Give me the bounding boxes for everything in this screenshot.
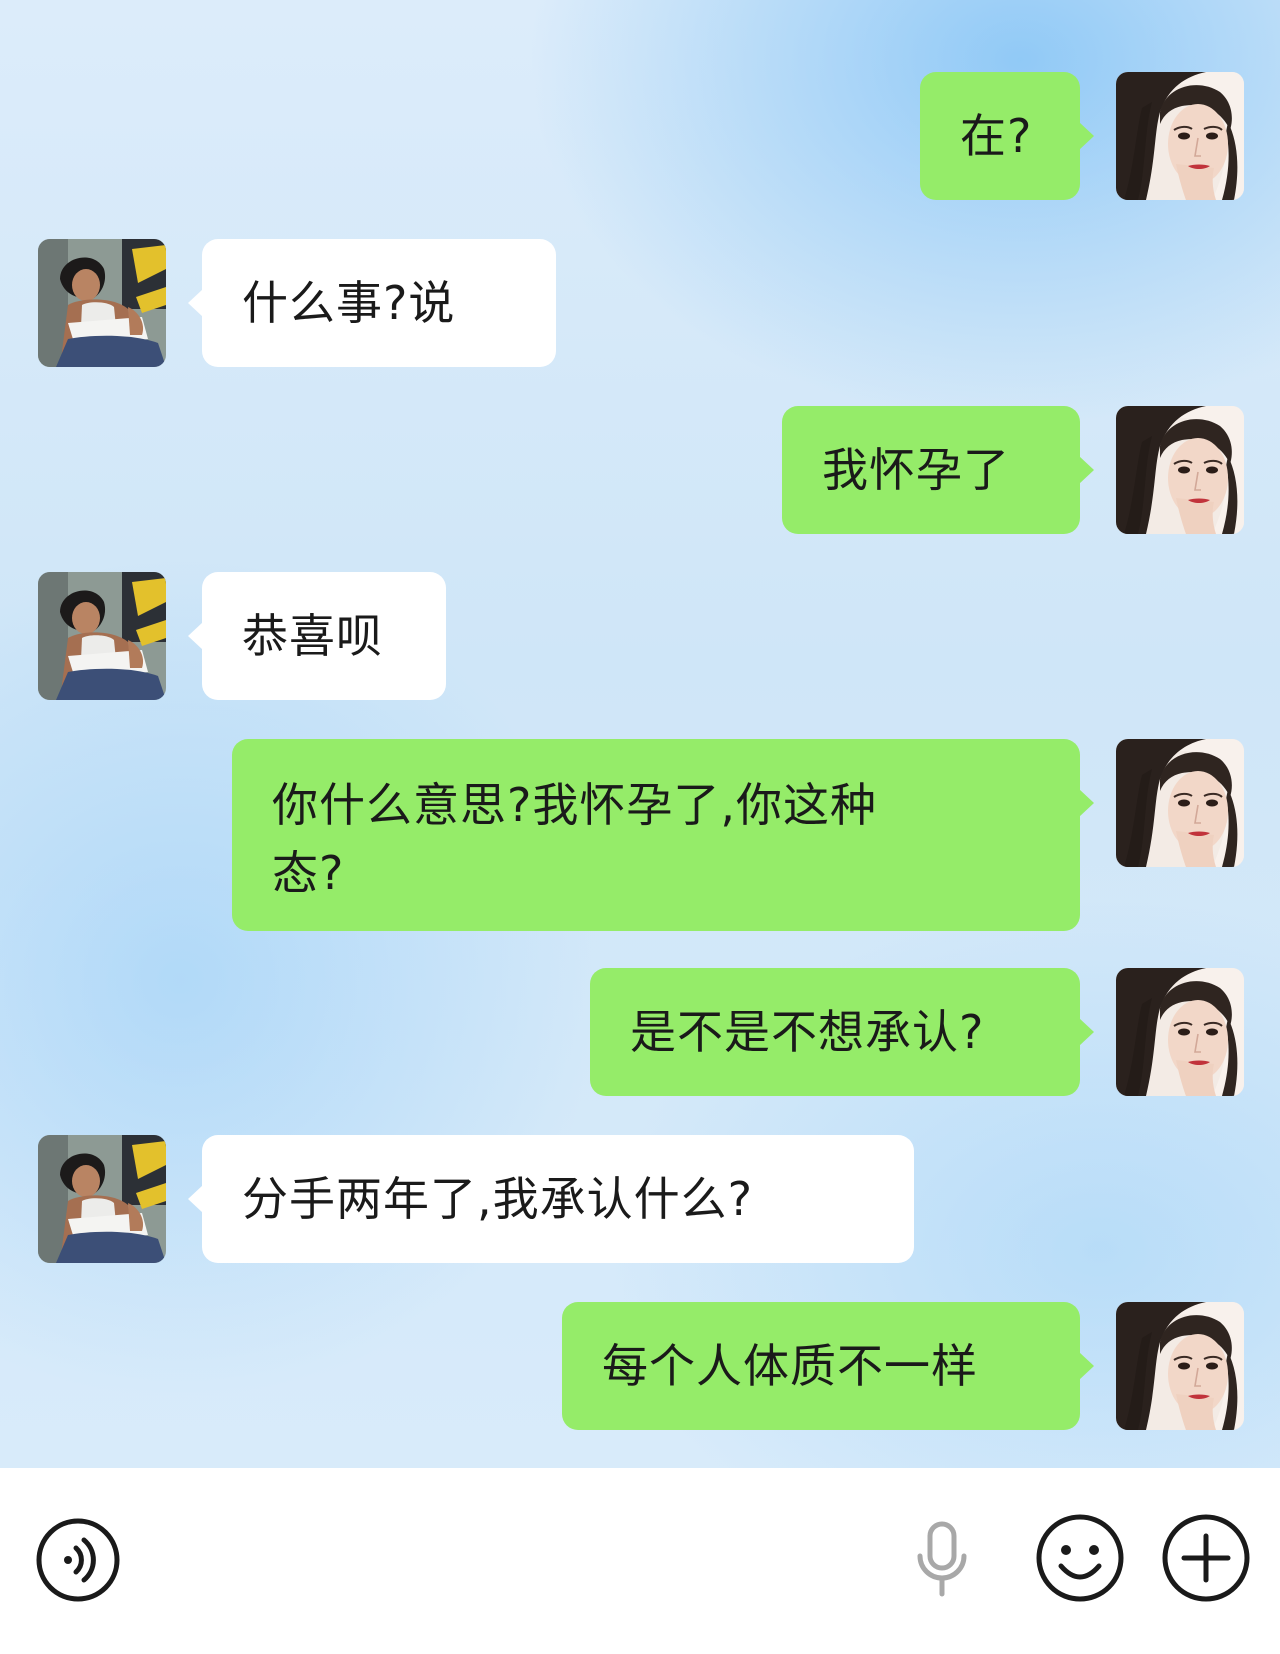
message-bubble-incoming[interactable]: 恭喜呗 bbox=[188, 572, 446, 700]
message-bubble-outgoing[interactable]: 我怀孕了 bbox=[782, 406, 1094, 534]
my-avatar[interactable] bbox=[1116, 968, 1244, 1096]
message-bubble-outgoing[interactable]: 在? bbox=[920, 72, 1094, 200]
message-text: 是不是不想承认? bbox=[630, 1005, 985, 1059]
my-avatar[interactable] bbox=[1116, 739, 1244, 867]
message-text: 什么事?说 bbox=[242, 276, 456, 330]
my-avatar[interactable] bbox=[1116, 72, 1244, 200]
message-bubble-incoming[interactable]: 分手两年了,我承认什么? bbox=[188, 1135, 914, 1263]
message-bubble-outgoing[interactable]: 每个人体质不一样 bbox=[562, 1302, 1094, 1430]
microphone-icon[interactable] bbox=[914, 1520, 970, 1600]
message-text: 每个人体质不一样 bbox=[602, 1339, 978, 1393]
message-text-line: 你什么意思?我怀孕了,你这种 bbox=[272, 778, 878, 832]
contact-avatar[interactable] bbox=[38, 572, 166, 700]
voice-icon[interactable] bbox=[34, 1516, 122, 1604]
message-text-line: 态? bbox=[272, 846, 345, 900]
message-text: 恭喜呗 bbox=[242, 609, 383, 663]
message-text: 我怀孕了 bbox=[822, 443, 1010, 497]
plus-icon[interactable] bbox=[1160, 1512, 1252, 1604]
contact-avatar[interactable] bbox=[38, 1135, 166, 1263]
my-avatar[interactable] bbox=[1116, 1302, 1244, 1430]
message-bubble-outgoing[interactable]: 是不是不想承认? bbox=[590, 968, 1094, 1096]
message-bubble-incoming[interactable]: 什么事?说 bbox=[188, 239, 556, 367]
emoji-icon[interactable] bbox=[1034, 1512, 1126, 1604]
contact-avatar[interactable] bbox=[38, 239, 166, 367]
message-text: 在? bbox=[960, 109, 1033, 163]
my-avatar[interactable] bbox=[1116, 406, 1244, 534]
message-text: 分手两年了,我承认什么? bbox=[242, 1172, 754, 1226]
message-bubble-outgoing[interactable]: 你什么意思?我怀孕了,你这种 态? bbox=[232, 739, 1094, 931]
chat-message-area: 在? 什么事?说 我怀孕了 恭喜呗 你什么意思?我怀孕了,你这种 态? 是不是不… bbox=[0, 0, 1280, 1468]
chat-input-bar bbox=[0, 1468, 1280, 1654]
